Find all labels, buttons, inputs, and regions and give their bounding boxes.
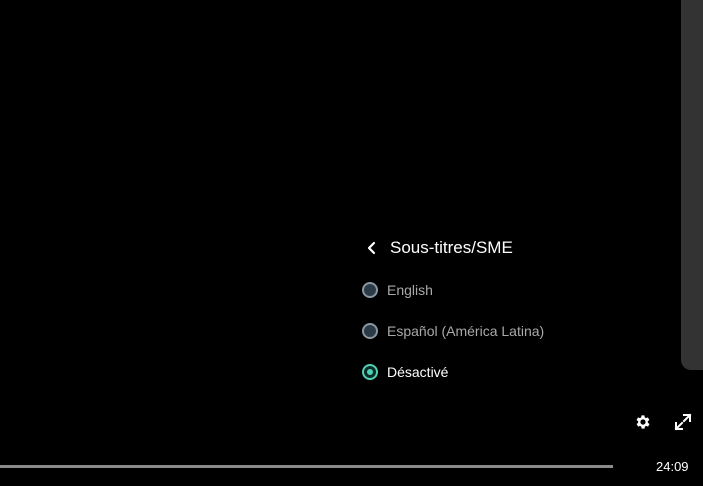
radio-button[interactable]	[362, 282, 378, 298]
progress-bar[interactable]	[0, 465, 613, 468]
side-panel	[681, 0, 703, 370]
fullscreen-button[interactable]	[672, 413, 694, 435]
subtitle-option-espanol[interactable]: Español (América Latina)	[362, 320, 602, 342]
subtitle-options: English Español (América Latina) Désacti…	[362, 279, 602, 383]
progress-fill	[0, 465, 613, 468]
radio-button[interactable]	[362, 323, 378, 339]
subtitles-menu: Sous-titres/SME English Español (América…	[362, 234, 602, 383]
time-display: 24:09	[656, 459, 689, 474]
chevron-left-icon	[362, 238, 382, 258]
settings-button[interactable]	[632, 413, 654, 435]
option-label: Español (América Latina)	[387, 323, 545, 339]
subtitle-option-english[interactable]: English	[362, 279, 602, 301]
radio-button-checked[interactable]	[362, 364, 378, 380]
option-label: Désactivé	[387, 364, 449, 380]
subtitles-back-button[interactable]: Sous-titres/SME	[362, 234, 602, 262]
gear-icon	[634, 413, 652, 436]
option-label: English	[387, 282, 433, 298]
subtitle-option-off[interactable]: Désactivé	[362, 361, 602, 383]
expand-icon	[674, 413, 692, 436]
menu-title: Sous-titres/SME	[390, 238, 513, 257]
